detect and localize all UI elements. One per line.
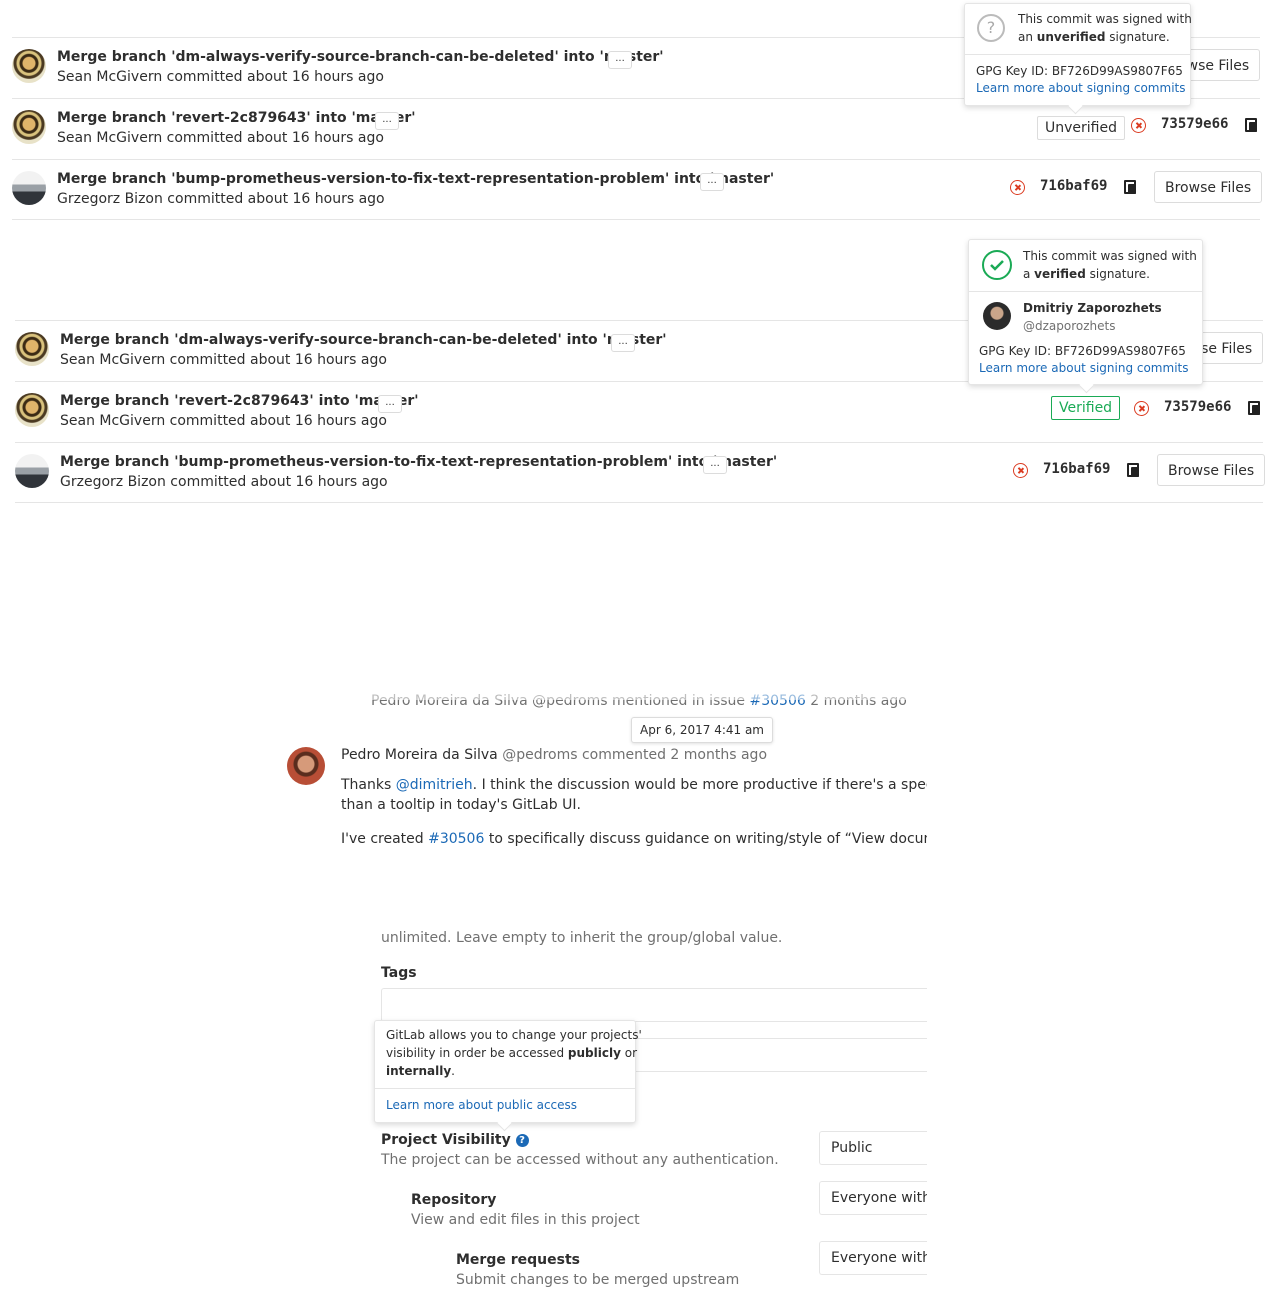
issue-link[interactable]: #30506 [428,831,484,847]
expand-description-button[interactable]: ... [378,395,402,413]
commit-title[interactable]: Merge branch 'dm-always-verify-source-br… [60,332,667,348]
visibility-select[interactable]: Public [819,1131,927,1165]
copy-sha-icon[interactable] [1127,463,1139,477]
comment-handle-time[interactable]: @pedroms commented 2 months ago [502,747,767,763]
author-avatar[interactable] [15,332,49,366]
signing-commits-link[interactable]: Learn more about signing commits [976,81,1185,95]
commit-sha[interactable]: 73579e66 [1164,399,1231,415]
commit-sha[interactable]: 716baf69 [1043,461,1110,477]
pipeline-failed-icon[interactable] [1131,118,1146,133]
commit-meta: Sean McGivern committed about 16 hours a… [57,69,384,85]
popover-text: This commit was signed with a verified s… [1023,249,1197,281]
comment-author-avatar[interactable] [287,747,325,785]
copy-sha-icon[interactable] [1248,401,1260,415]
signing-commits-link[interactable]: Learn more about signing commits [979,361,1188,375]
copy-sha-icon[interactable] [1245,118,1257,132]
author-avatar[interactable] [12,171,46,205]
browse-files-button[interactable]: Browse Files [1157,454,1266,486]
limit-help-text: unlimited. Leave empty to inherit the gr… [381,930,783,946]
comment-panel: Pedro Moreira da Silva @pedroms mentione… [280,690,927,860]
repository-description: View and edit files in this project [411,1212,640,1228]
commit-title[interactable]: Merge branch 'bump-prometheus-version-to… [57,171,774,187]
expand-description-button[interactable]: ... [703,456,727,474]
repository-access-select[interactable]: Everyone with [819,1181,927,1215]
expand-description-button[interactable]: ... [700,173,724,191]
author-avatar[interactable] [12,49,46,83]
signature-popover: This commit was signed with a verified s… [968,239,1203,394]
popover-text: This commit was signed with an unverifie… [1018,12,1192,44]
user-mention-link[interactable]: @dimitrieh [396,777,473,793]
signer-avatar[interactable] [983,302,1011,330]
popover-text: GitLab allows you to change your project… [386,1028,642,1078]
commit-meta: Sean McGivern committed about 16 hours a… [57,130,384,146]
commit-title[interactable]: Merge branch 'bump-prometheus-version-to… [60,454,777,470]
pipeline-failed-icon[interactable] [1010,180,1025,195]
commit-meta: Grzegorz Bizon committed about 16 hours … [60,474,388,490]
comment-body-2: I've created #30506 to specifically disc… [341,831,927,847]
expand-description-button[interactable]: ... [375,112,399,130]
public-access-link[interactable]: Learn more about public access [386,1098,577,1112]
commit-meta: Grzegorz Bizon committed about 16 hours … [57,191,385,207]
commit-sha[interactable]: 73579e66 [1161,116,1228,132]
expand-description-button[interactable]: ... [611,334,635,352]
expand-description-button[interactable]: ... [608,51,632,69]
visibility-description: The project can be accessed without any … [381,1152,779,1168]
comment-author-name[interactable]: Pedro Moreira da Silva [341,747,498,763]
repository-label: Repository [411,1192,497,1208]
pipeline-failed-icon[interactable] [1134,401,1149,416]
author-avatar[interactable] [15,393,49,427]
author-avatar[interactable] [15,454,49,488]
tags-input[interactable] [381,988,927,1022]
signature-popover: ? This commit was signed with an unverif… [964,3,1192,115]
commit-title[interactable]: Merge branch 'revert-2c879643' into 'mas… [57,110,416,126]
merge-requests-description: Submit changes to be merged upstream [456,1272,740,1288]
check-circle-icon [982,250,1012,280]
gpg-key-id: GPG Key ID: BF726D99AS9807F65 [976,64,1183,78]
help-icon[interactable]: ? [515,1134,529,1147]
commit-sha[interactable]: 716baf69 [1040,178,1107,194]
unverified-badge[interactable]: Unverified [1037,116,1125,140]
browse-files-button[interactable]: Browse Files [1154,171,1263,203]
commit-title[interactable]: Merge branch 'revert-2c879643' into 'mas… [60,393,419,409]
commit-meta: Sean McGivern committed about 16 hours a… [60,352,387,368]
pipeline-failed-icon[interactable] [1013,463,1028,478]
gpg-key-id: GPG Key ID: BF726D99AS9807F65 [979,344,1186,358]
tags-label: Tags [381,965,417,981]
visibility-label: Project Visibility ? [381,1132,529,1148]
author-avatar[interactable] [12,110,46,144]
question-icon: ? [977,14,1005,42]
commit-meta: Sean McGivern committed about 16 hours a… [60,413,387,429]
signer-handle: @dzaporozhets [1023,319,1116,333]
merge-requests-access-select[interactable]: Everyone with [819,1241,927,1275]
commit-title[interactable]: Merge branch 'dm-always-verify-source-br… [57,49,664,65]
copy-sha-icon[interactable] [1124,180,1136,194]
comment-body: Thanks @dimitrieh. I think the discussio… [341,777,927,813]
visibility-help-popover: GitLab allows you to change your project… [374,1020,642,1132]
signer-name[interactable]: Dmitriy Zaporozhets [1023,299,1162,317]
timestamp-tooltip: Apr 6, 2017 4:41 am [631,717,773,743]
comment-header: Pedro Moreira da Silva @pedroms commente… [341,747,767,763]
verified-badge[interactable]: Verified [1051,396,1121,420]
merge-requests-label: Merge requests [456,1252,580,1268]
